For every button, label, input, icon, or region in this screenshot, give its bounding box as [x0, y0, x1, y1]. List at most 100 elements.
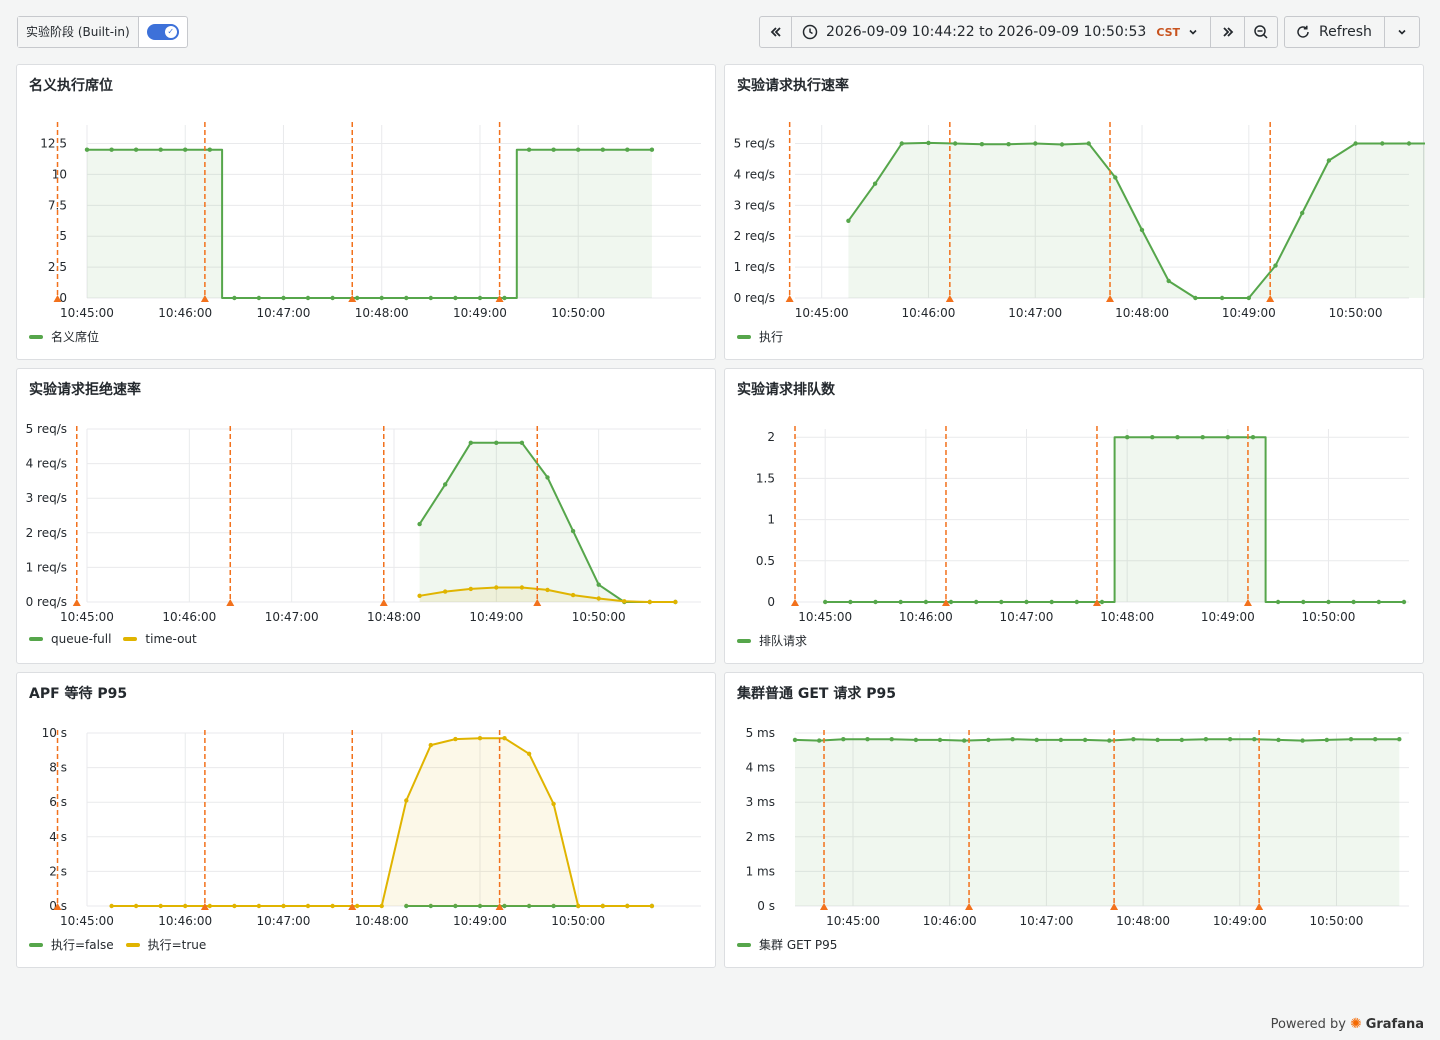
footer: Powered by ✺ Grafana: [1271, 1016, 1424, 1032]
legend-label: 执行=false: [51, 938, 114, 952]
x-tick-label: 10:47:00: [1000, 610, 1054, 624]
data-point: [494, 440, 499, 445]
data-point: [570, 528, 576, 534]
chart-reject-rate: 0 req/s 1 req/s 2 req/s 3 req/s 4 req/s 5 req…: [26, 422, 701, 624]
series-area: [795, 739, 1400, 906]
legend-item[interactable]: time-out: [123, 632, 197, 646]
data-point: [551, 147, 556, 152]
legend-swatch: [737, 942, 751, 947]
legend-swatch: [29, 334, 43, 339]
zoom-out-button[interactable]: [1245, 17, 1277, 47]
y-tick-label: 5 req/s: [26, 422, 67, 436]
legend-item[interactable]: 执行=true: [125, 936, 206, 953]
data-point: [551, 801, 556, 807]
data-point: [625, 147, 630, 152]
panel-exec-rate[interactable]: 实验请求执行速率 0 req/s 1 req/s 2 req/s 3 req/s 4 r…: [724, 64, 1425, 360]
x-tick-label: 10:49:00: [1222, 306, 1276, 320]
data-point: [570, 592, 576, 598]
data-point: [937, 737, 943, 743]
y-tick-label: 3 req/s: [734, 198, 775, 212]
data-point: [417, 593, 422, 598]
data-point: [1373, 737, 1378, 742]
time-shift-back-button[interactable]: [760, 17, 792, 47]
y-tick-label: 5: [59, 229, 67, 243]
panel-reject-rate[interactable]: 实验请求拒绝速率 0 req/s 1 req/s 2 req/s 3 req/s 4 r…: [16, 368, 716, 664]
data-point: [1107, 738, 1112, 743]
chevron-down-icon: [1189, 29, 1197, 35]
refresh-label: Refresh: [1319, 24, 1372, 40]
x-tick-label: 10:50:00: [1310, 914, 1364, 928]
data-point: [1276, 737, 1281, 743]
time-shift-forward-button[interactable]: [1211, 17, 1246, 47]
data-point: [1200, 435, 1205, 440]
x-tick-label: 10:50:00: [572, 610, 626, 624]
data-point: [913, 737, 919, 743]
x-tick-label: 10:45:00: [826, 914, 880, 928]
data-point: [673, 599, 678, 605]
y-tick-label: 0: [767, 595, 775, 609]
legend-item[interactable]: 名义席位: [29, 328, 99, 345]
y-tick-label: 0: [59, 291, 67, 305]
data-point: [133, 147, 139, 152]
refresh-button[interactable]: Refresh: [1285, 17, 1385, 47]
check-icon: ✓: [164, 26, 177, 38]
data-point: [596, 596, 601, 601]
data-point: [962, 738, 967, 743]
data-point: [823, 599, 828, 605]
data-point: [428, 295, 433, 301]
data-point: [1219, 295, 1225, 301]
data-point: [846, 218, 851, 223]
y-tick-label: 12.5: [40, 137, 67, 151]
data-point: [305, 903, 311, 909]
legend-item[interactable]: queue-full: [29, 632, 111, 646]
x-tick-label: 10:50:00: [551, 306, 605, 320]
y-tick-label: 10: [52, 167, 67, 181]
legend-item[interactable]: 执行=false: [29, 936, 114, 953]
panel-nominal-seats[interactable]: 名义执行席位 0 2.5 5 7.5 10 12.5 10:45:00 10:46:00 10:…: [16, 64, 716, 360]
x-tick-label: 10:45:00: [60, 610, 114, 624]
refresh-interval-dropdown[interactable]: [1385, 17, 1419, 47]
y-tick-label: 0 req/s: [26, 595, 67, 609]
y-tick-label: 4 ms: [746, 761, 775, 775]
panel-queue-count[interactable]: 实验请求排队数 0 0.5 1 1.5 2 10:45:00 10:46:00 10:47:0…: [724, 368, 1424, 664]
data-point: [379, 903, 384, 909]
y-tick-label: 1 req/s: [26, 560, 67, 574]
data-point: [1380, 141, 1385, 146]
data-point: [848, 599, 853, 605]
legend-item[interactable]: 执行: [737, 328, 783, 345]
data-point: [1006, 142, 1011, 147]
y-tick-label: 1 req/s: [734, 260, 775, 274]
chart-apf-wait: 0 s2 s4 s6 s8 s10 s10:45:00 10:46:00 10:47…: [42, 726, 701, 928]
data-point: [1301, 599, 1306, 605]
x-tick-label: 10:45:00: [798, 610, 852, 624]
legend-label: 执行: [759, 330, 784, 344]
legend-item[interactable]: 排队请求: [737, 632, 807, 649]
time-range-picker[interactable]: 2026-09-09 10:44:22 to 2026-09-09 10:50:…: [792, 17, 1212, 47]
data-point: [986, 737, 991, 743]
x-tick-label: 10:46:00: [158, 914, 212, 928]
data-point: [1059, 142, 1065, 147]
data-point: [526, 147, 532, 152]
legend-swatch: [29, 942, 43, 947]
data-point: [494, 585, 499, 590]
zoom-out-icon: [1254, 25, 1268, 39]
panel-apf-wait[interactable]: APF 等待 P95 0 s2 s4 s6 s8 s 10 s 10:45:00 10…: [16, 672, 716, 968]
data-point: [232, 295, 237, 301]
x-tick-label: 10:50:00: [1302, 610, 1356, 624]
y-tick-label: 4 req/s: [26, 457, 67, 471]
switch-track: ✓: [146, 24, 179, 40]
data-point: [1179, 737, 1184, 743]
data-point: [1139, 227, 1145, 233]
powered-by-text: Powered by: [1270, 1016, 1346, 1032]
data-point: [872, 181, 878, 186]
data-point: [502, 295, 507, 301]
x-tick-label: 10:49:00: [1201, 610, 1255, 624]
grafana-brand[interactable]: Grafana: [1366, 1017, 1424, 1032]
data-point: [443, 482, 448, 487]
legend-item[interactable]: 集群 GET P95: [737, 936, 837, 953]
x-tick-label: 10:50:00: [1329, 306, 1383, 320]
panel-get-p95[interactable]: 集群普通 GET 请求 P95 0 s1 ms 2 ms 3 ms 4 ms 5 ms 1…: [724, 672, 1424, 968]
chart-nominal-seats: 02.557.51012.510:45:00 10:46:00 10:47:00 10…: [40, 122, 701, 320]
experiment-stage-switch[interactable]: ✓: [139, 17, 187, 47]
variable-label: 实验阶段 (Built-in): [18, 17, 139, 47]
